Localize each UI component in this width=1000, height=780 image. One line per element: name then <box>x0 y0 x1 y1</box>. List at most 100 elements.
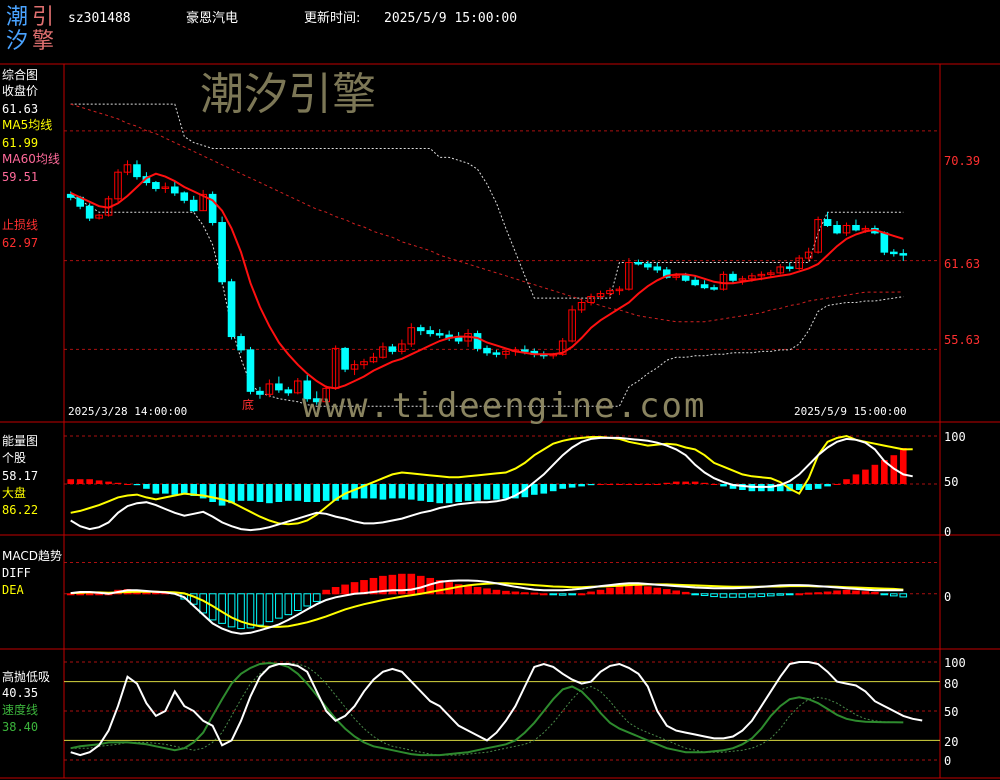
macd-bar <box>227 593 236 628</box>
macd-bar <box>823 591 832 595</box>
energy-bar <box>635 484 642 485</box>
date-end: 2025/5/9 15:00:00 <box>794 405 907 418</box>
energy-bar <box>852 474 860 484</box>
macd-bar <box>871 591 879 595</box>
energy-bar <box>824 484 831 487</box>
macd-panel-title: MACD趋势 <box>2 549 62 563</box>
energy-bar <box>483 484 491 500</box>
macd-bar <box>653 587 662 595</box>
macd-diff-label: DIFF <box>2 566 31 580</box>
macd-bar <box>644 586 652 595</box>
candle-body <box>899 253 908 256</box>
macd-bar <box>691 593 699 596</box>
macd-axis-label: 0 <box>944 590 952 604</box>
candle-body <box>218 222 226 283</box>
speed-line-label: 速度线 <box>2 703 39 717</box>
macd-bar <box>549 593 558 596</box>
energy-bar <box>464 484 472 501</box>
energy-bar <box>417 484 425 501</box>
energy-bar <box>455 484 462 502</box>
macd-bar <box>615 585 624 595</box>
energy-bar <box>720 484 727 487</box>
energy-bar <box>549 484 557 492</box>
energy-axis-label: 100 <box>944 430 966 444</box>
energy-market-line <box>70 434 913 526</box>
price-panel-title: 综合图 <box>2 68 39 82</box>
price-axis-label: 55.63 <box>944 333 981 347</box>
macd-bar <box>322 589 330 595</box>
macd-bar <box>558 593 567 596</box>
candle-body <box>785 266 794 269</box>
energy-bar <box>559 484 566 489</box>
url-watermark: www.tideengine.com <box>302 386 707 426</box>
candle-body <box>275 383 283 391</box>
macd-bar <box>738 593 747 598</box>
candle-body <box>880 232 889 253</box>
energy-bar <box>606 484 614 485</box>
energy-bar <box>152 484 160 494</box>
candle-body <box>700 284 709 289</box>
close-value: 61.63 <box>2 102 39 116</box>
candle-body <box>492 352 501 355</box>
energy-bar <box>266 484 273 504</box>
energy-bar <box>256 484 264 502</box>
macd-bar <box>416 575 425 595</box>
energy-bar <box>379 484 387 500</box>
energy-bar <box>644 484 652 485</box>
macd-bar <box>785 593 794 596</box>
energy-bar <box>218 484 226 506</box>
candle-body <box>823 219 832 226</box>
energy-bar <box>445 484 453 504</box>
energy-bar <box>871 464 879 484</box>
candle-body <box>653 266 662 271</box>
energy-bar <box>653 484 661 485</box>
candle-body <box>189 199 198 212</box>
energy-bar <box>843 479 850 484</box>
energy-bar <box>171 484 179 495</box>
gaopao-line <box>70 661 923 757</box>
energy-bar <box>616 484 623 485</box>
candle-body <box>152 182 160 189</box>
macd-bar <box>852 590 860 595</box>
band-lower-line <box>70 195 904 407</box>
energy-bar <box>67 479 75 484</box>
energy-bar <box>805 484 812 490</box>
energy-axis-label: 0 <box>944 525 952 539</box>
macd-bar <box>710 593 718 598</box>
energy-bar <box>143 484 150 489</box>
energy-market-label: 大盘 <box>2 486 27 500</box>
energy-bar <box>398 484 406 499</box>
energy-bar <box>180 484 188 494</box>
macd-bar <box>776 593 785 596</box>
ma5-label: MA5均线 <box>2 118 53 132</box>
candle-body <box>681 275 690 281</box>
energy-bar <box>95 480 103 484</box>
macd-bar <box>577 593 586 596</box>
macd-bar <box>700 593 709 597</box>
candle-body <box>691 279 699 286</box>
candle-body <box>454 337 463 342</box>
candle-body <box>170 186 179 194</box>
energy-bar <box>426 484 434 502</box>
candle-body <box>473 333 482 349</box>
energy-bar <box>275 484 283 502</box>
energy-bar <box>408 484 415 500</box>
macd-bar <box>729 593 737 598</box>
candle-body <box>435 333 444 336</box>
energy-bar <box>228 484 235 504</box>
macd-bar <box>407 573 416 595</box>
macd-bar <box>861 591 870 595</box>
candle-body <box>284 389 293 394</box>
macd-bar <box>804 592 813 595</box>
energy-bar <box>530 484 538 495</box>
macd-bar <box>284 593 293 616</box>
macd-bar <box>483 588 491 595</box>
candle-body <box>341 347 349 370</box>
candle-body <box>852 224 860 231</box>
macd-bar <box>719 593 728 598</box>
candle-body <box>133 164 141 178</box>
speed-line-value: 38.40 <box>2 720 39 734</box>
macd-bar <box>672 590 681 595</box>
energy-bar <box>474 484 481 501</box>
energy-bar <box>105 481 112 484</box>
